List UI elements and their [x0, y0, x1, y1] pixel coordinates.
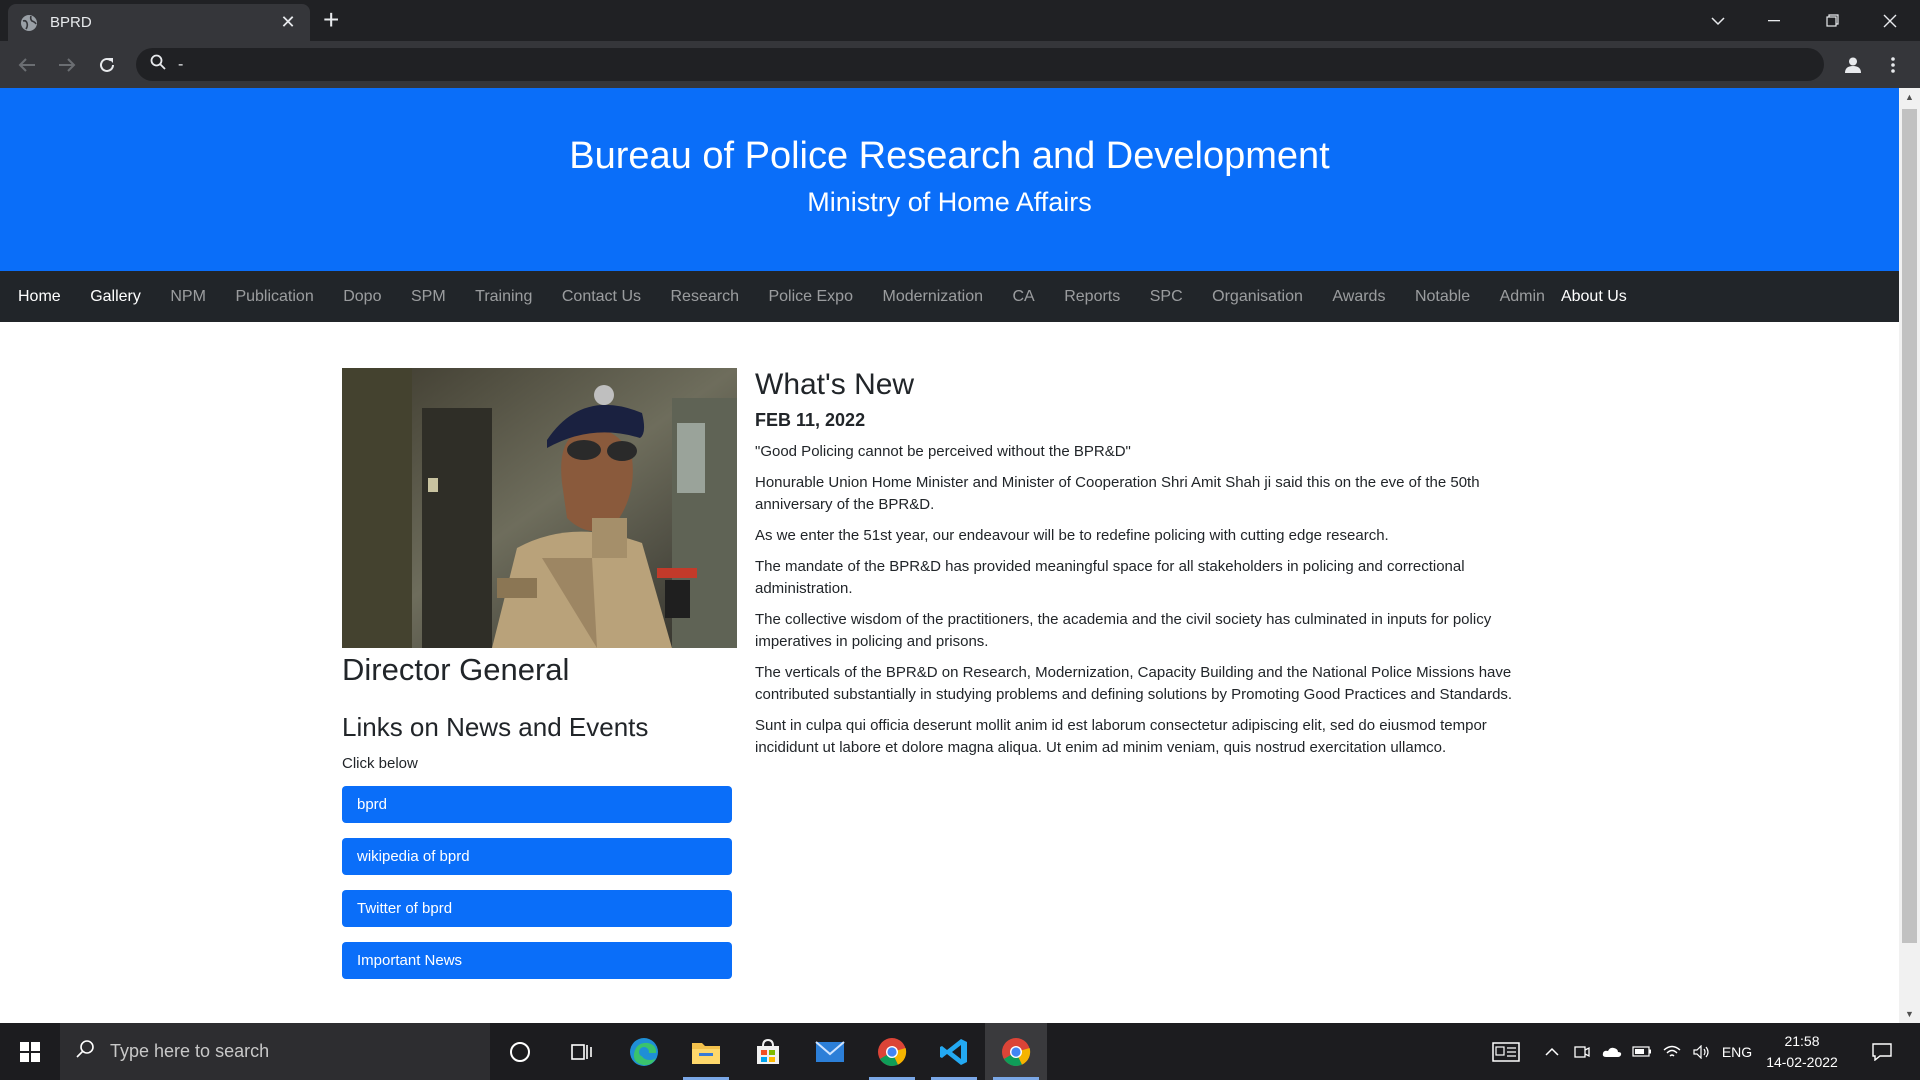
site-subtitle: Ministry of Home Affairs — [807, 187, 1092, 217]
browser-tab[interactable]: BPRD ✕ — [8, 4, 310, 41]
main-navbar: Home Gallery NPM Publication Dopo SPM Tr… — [0, 271, 1899, 322]
news-paragraph: As we enter the 51st year, our endeavour… — [755, 527, 1389, 544]
whats-new-section: What's New FEB 11, 2022 "Good Policing c… — [755, 368, 1535, 759]
close-tab-icon[interactable]: ✕ — [278, 12, 298, 33]
globe-icon — [20, 14, 38, 32]
address-bar[interactable]: - — [136, 48, 1824, 81]
wifi-icon[interactable] — [1657, 1023, 1687, 1080]
input-language[interactable]: ENG — [1717, 1023, 1757, 1080]
news-quote: "Good Policing cannot be perceived witho… — [755, 443, 1131, 460]
microsoft-store-icon[interactable] — [737, 1023, 799, 1080]
chrome-active-icon[interactable] — [985, 1023, 1047, 1080]
notifications-icon[interactable] — [1862, 1023, 1902, 1080]
restore-icon[interactable] — [1804, 0, 1860, 41]
clock-time: 21:58 — [1784, 1033, 1820, 1049]
scroll-down-icon[interactable]: ▼ — [1899, 1005, 1920, 1023]
browser-tabstrip: BPRD ✕ + — [0, 0, 1920, 41]
web-page: Bureau of Police Research and Developmen… — [0, 88, 1899, 1023]
close-window-icon[interactable] — [1862, 0, 1918, 41]
vscode-icon[interactable] — [923, 1023, 985, 1080]
news-date: FEB 11, 2022 — [755, 410, 866, 430]
nav-spm[interactable]: SPM — [411, 288, 446, 306]
file-explorer-icon[interactable] — [675, 1023, 737, 1080]
link-important-news[interactable]: Important News — [342, 942, 732, 979]
news-paragraph: The collective wisdom of the practitione… — [755, 611, 1492, 650]
nav-awards[interactable]: Awards — [1332, 288, 1385, 306]
forward-icon[interactable] — [52, 50, 82, 80]
cortana-icon[interactable] — [489, 1023, 551, 1080]
nav-home[interactable]: Home — [18, 288, 61, 306]
profile-icon[interactable] — [1838, 50, 1868, 80]
minimize-icon[interactable] — [1746, 0, 1802, 41]
address-text: - — [178, 55, 184, 73]
nav-training[interactable]: Training — [475, 288, 532, 306]
links-instruction: Click below — [342, 755, 418, 772]
windows-start-icon[interactable] — [0, 1023, 60, 1080]
nav-about-us[interactable]: About Us — [1561, 288, 1627, 306]
nav-police-expo[interactable]: Police Expo — [768, 288, 853, 306]
nav-notable[interactable]: Notable — [1415, 288, 1470, 306]
meet-now-icon[interactable] — [1567, 1023, 1597, 1080]
system-clock[interactable]: 21:58 14-02-2022 — [1757, 1031, 1847, 1073]
nav-ca[interactable]: CA — [1012, 288, 1034, 306]
photo-caption: Director General — [342, 652, 570, 687]
link-bprd[interactable]: bprd — [342, 786, 732, 823]
news-paragraph: The mandate of the BPR&D has provided me… — [755, 558, 1465, 597]
menu-kebab-icon[interactable] — [1878, 50, 1908, 80]
tab-title: BPRD — [50, 14, 92, 31]
nav-admin[interactable]: Admin — [1500, 288, 1545, 306]
new-tab-icon[interactable]: + — [323, 6, 339, 34]
nav-contact-us[interactable]: Contact Us — [562, 288, 641, 306]
clock-date: 14-02-2022 — [1766, 1054, 1838, 1070]
nav-spc[interactable]: SPC — [1150, 288, 1183, 306]
back-icon[interactable] — [12, 50, 42, 80]
nav-organisation[interactable]: Organisation — [1212, 288, 1303, 306]
battery-icon[interactable] — [1627, 1023, 1657, 1080]
news-widget-icon[interactable] — [1488, 1023, 1524, 1080]
mail-icon[interactable] — [799, 1023, 861, 1080]
search-icon — [76, 1039, 96, 1064]
windows-taskbar: Type here to search ENG 21:58 14-02-2022 — [0, 1023, 1920, 1080]
scroll-up-icon[interactable]: ▲ — [1899, 88, 1920, 106]
task-view-icon[interactable] — [551, 1023, 613, 1080]
edge-icon[interactable] — [613, 1023, 675, 1080]
nav-reports[interactable]: Reports — [1064, 288, 1120, 306]
director-photo — [342, 368, 737, 648]
search-placeholder: Type here to search — [110, 1041, 270, 1061]
page-scrollbar[interactable]: ▲ ▼ — [1899, 88, 1920, 1023]
search-icon — [150, 54, 166, 75]
site-header: Bureau of Police Research and Developmen… — [0, 88, 1899, 271]
nav-modernization[interactable]: Modernization — [882, 288, 983, 306]
browser-toolbar: - — [0, 41, 1920, 88]
nav-gallery[interactable]: Gallery — [90, 288, 141, 306]
onedrive-icon[interactable] — [1597, 1023, 1627, 1080]
nav-dopo[interactable]: Dopo — [343, 288, 381, 306]
whats-new-heading: What's New — [755, 368, 915, 401]
nav-npm[interactable]: NPM — [170, 288, 206, 306]
nav-research[interactable]: Research — [671, 288, 739, 306]
director-column: Director General Links on News and Event… — [342, 368, 737, 979]
scrollbar-thumb[interactable] — [1902, 109, 1917, 943]
link-wikipedia[interactable]: wikipedia of bprd — [342, 838, 732, 875]
links-heading: Links on News and Events — [342, 712, 649, 742]
link-twitter[interactable]: Twitter of bprd — [342, 890, 732, 927]
taskbar-search-box[interactable]: Type here to search — [60, 1023, 490, 1080]
news-paragraph: Honurable Union Home Minister and Minist… — [755, 474, 1480, 513]
chrome-icon[interactable] — [861, 1023, 923, 1080]
news-paragraph: The verticals of the BPR&D on Research, … — [755, 664, 1513, 703]
site-title: Bureau of Police Research and Developmen… — [569, 135, 1330, 177]
volume-icon[interactable] — [1687, 1023, 1717, 1080]
chevron-up-icon[interactable] — [1537, 1023, 1567, 1080]
news-paragraph: Sunt in culpa qui officia deserunt molli… — [755, 717, 1487, 756]
reload-icon[interactable] — [92, 50, 122, 80]
tab-search-icon[interactable] — [1690, 0, 1746, 41]
nav-publication[interactable]: Publication — [235, 288, 313, 306]
